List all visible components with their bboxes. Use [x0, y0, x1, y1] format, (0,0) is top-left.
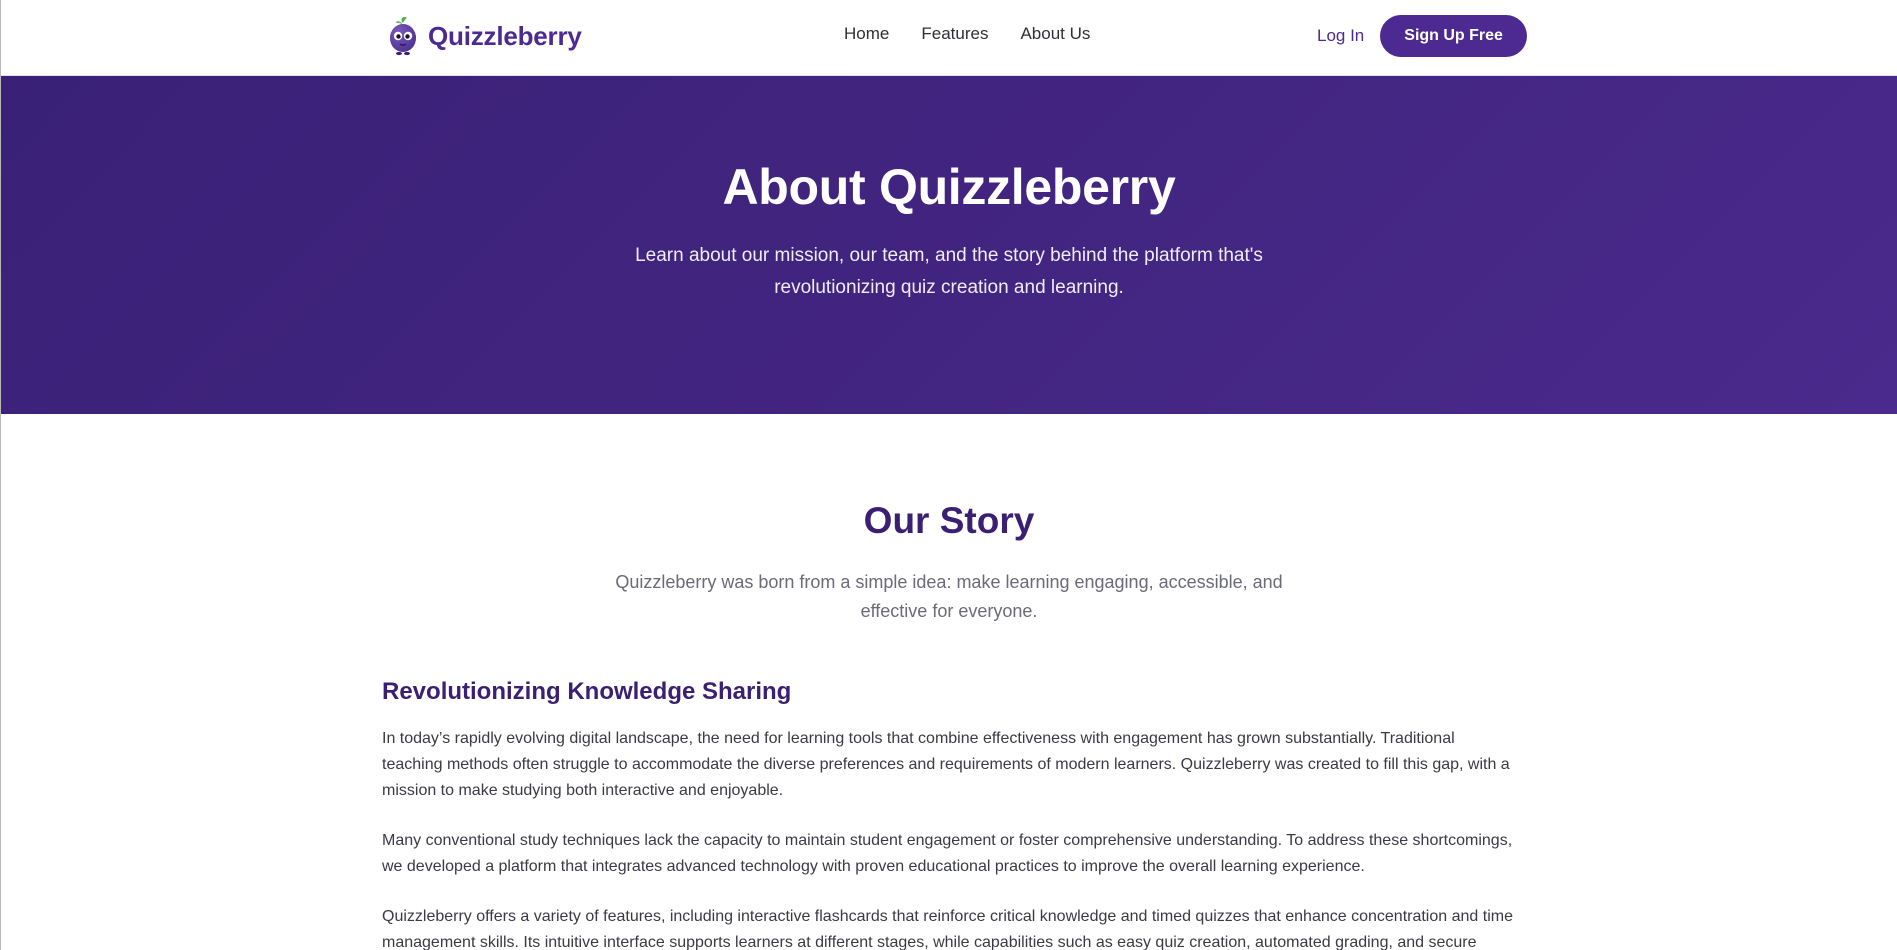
hero-subtitle: Learn about our mission, our team, and t… — [635, 245, 1263, 298]
page: Quizzleberry Home Features About Us Log … — [0, 0, 1897, 950]
login-link[interactable]: Log In — [1317, 26, 1364, 46]
section-heading: Revolutionizing Knowledge Sharing — [382, 678, 792, 705]
story-title: Our Story — [863, 500, 1035, 541]
hero-title: About Quizzleberry — [722, 159, 1176, 215]
story-paragraph: Quizzleberry offers a variety of feature… — [382, 908, 1513, 950]
nav-home-link[interactable]: Home — [844, 24, 889, 44]
auth-actions: Log In Sign Up Free — [1317, 15, 1527, 57]
hero-banner: About Quizzleberry Learn about our missi… — [1, 76, 1897, 414]
nav-about-link[interactable]: About Us — [1020, 24, 1090, 44]
blueberry-mascot-icon — [390, 17, 416, 56]
our-story-section: Our Story Quizzleberry was born from a s… — [1, 414, 1897, 950]
story-paragraph: Many conventional study techniques lack … — [382, 832, 1513, 875]
story-paragraph: In today’s rapidly evolving digital land… — [382, 730, 1510, 799]
signup-button[interactable]: Sign Up Free — [1380, 15, 1527, 57]
nav-features-link[interactable]: Features — [921, 24, 988, 44]
brand-logo-link[interactable]: Quizzleberry — [386, 15, 582, 57]
top-navbar: Quizzleberry Home Features About Us Log … — [1, 0, 1897, 76]
story-lead: Quizzleberry was born from a simple idea… — [615, 572, 1283, 621]
brand-name: Quizzleberry — [428, 20, 582, 51]
story-content: Revolutionizing Knowledge Sharing In tod… — [382, 678, 1518, 950]
main-nav: Home Features About Us — [844, 24, 1090, 44]
